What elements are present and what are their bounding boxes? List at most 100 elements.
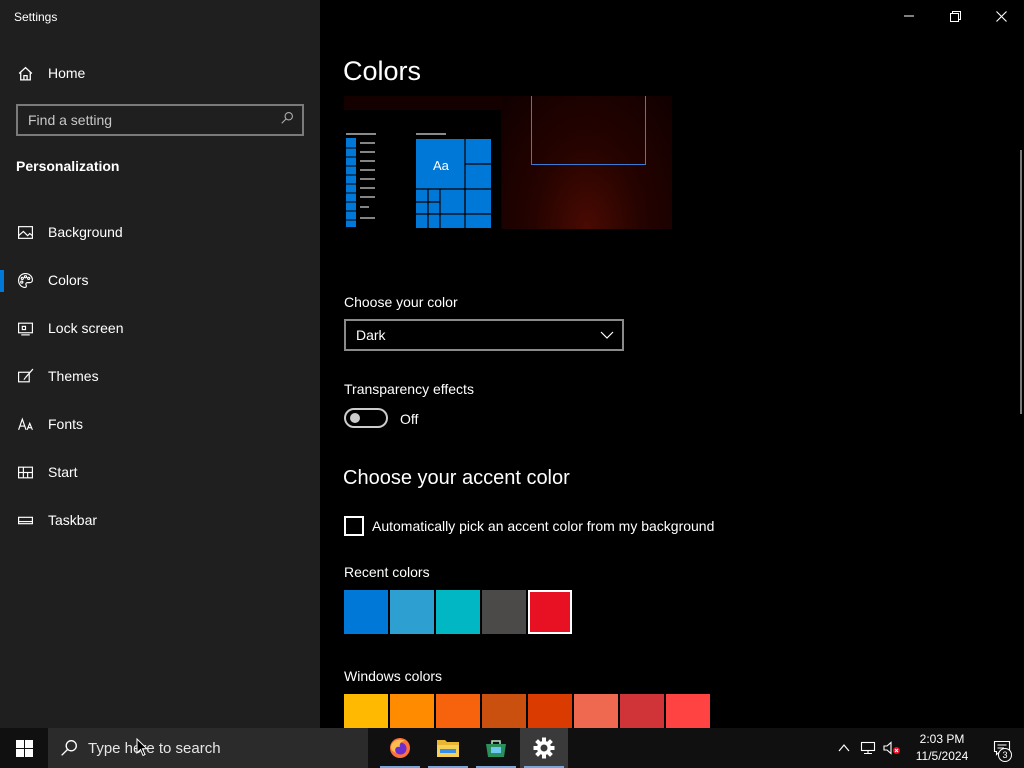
file-explorer-icon xyxy=(437,740,459,757)
windows-color-swatch[interactable] xyxy=(528,694,572,728)
sidebar-item-lock-screen[interactable]: Lock screen xyxy=(0,304,320,352)
sidebar-item-background[interactable]: Background xyxy=(0,208,320,256)
action-center-button[interactable]: 3 xyxy=(980,728,1024,768)
taskbar-clock[interactable]: 2:03 PM 11/5/2024 xyxy=(904,731,980,765)
windows-colors-label: Windows colors xyxy=(344,668,443,684)
page-title: Colors xyxy=(343,56,422,86)
start-button[interactable] xyxy=(0,728,48,768)
transparency-toggle[interactable] xyxy=(344,408,388,428)
windows-logo-icon xyxy=(15,739,33,757)
sidebar-item-label: Background xyxy=(48,224,123,240)
windows-color-swatch[interactable] xyxy=(666,694,710,728)
image-icon xyxy=(16,223,34,241)
restore-button[interactable] xyxy=(932,0,978,32)
chevron-up-icon xyxy=(838,744,850,752)
settings-search-box[interactable] xyxy=(16,104,304,136)
firefox-icon xyxy=(390,738,410,758)
windows-color-swatch[interactable] xyxy=(344,694,388,728)
recent-color-swatch[interactable] xyxy=(390,590,434,634)
recent-color-swatch[interactable] xyxy=(528,590,572,634)
font-icon xyxy=(16,415,34,433)
search-icon xyxy=(61,740,77,756)
volume-muted-icon xyxy=(883,741,900,755)
sidebar-home-label: Home xyxy=(48,65,86,81)
sidebar-item-fonts[interactable]: Fonts xyxy=(0,400,320,448)
taskbar-app-firefox[interactable] xyxy=(376,728,424,768)
clock-time: 2:03 PM xyxy=(919,732,965,746)
windows-color-swatch[interactable] xyxy=(390,694,434,728)
taskbar-search-box[interactable]: Type here to search xyxy=(48,728,368,768)
home-icon xyxy=(16,64,34,82)
settings-icon xyxy=(533,737,555,759)
toggle-knob xyxy=(350,413,360,423)
close-icon xyxy=(995,10,1007,22)
windows-color-swatch[interactable] xyxy=(482,694,526,728)
recent-colors-label: Recent colors xyxy=(344,564,430,580)
mouse-cursor-icon xyxy=(136,738,148,757)
restore-icon xyxy=(949,10,961,22)
system-tray: 2:03 PM 11/5/2024 3 xyxy=(832,728,1024,768)
windows-color-swatch[interactable] xyxy=(574,694,618,728)
preview-tile-text: Aa xyxy=(433,158,449,173)
start-icon xyxy=(16,463,34,481)
taskbar: Type here to search 2:03 PM 11/5/2024 3 xyxy=(0,728,1024,768)
show-hidden-icons-button[interactable] xyxy=(832,728,856,768)
taskbar-app-file-explorer[interactable] xyxy=(424,728,472,768)
recent-colors xyxy=(344,590,572,634)
taskbar-app-settings[interactable] xyxy=(520,728,568,768)
sidebar-item-label: Lock screen xyxy=(48,320,124,336)
windows-colors xyxy=(344,694,710,728)
lock-screen-icon xyxy=(16,319,34,337)
chevron-down-icon xyxy=(600,331,614,339)
taskbar-app-store[interactable] xyxy=(472,728,520,768)
choose-color-dropdown[interactable]: Dark xyxy=(344,319,624,351)
theme-preview: Aa xyxy=(344,96,672,229)
sidebar-nav: Background Colors Lock screen Themes Fon… xyxy=(0,208,320,544)
minimize-button[interactable] xyxy=(886,0,932,32)
sidebar-item-label: Themes xyxy=(48,368,99,384)
sidebar: Settings Home Personalization Background… xyxy=(0,0,320,728)
sidebar-item-start[interactable]: Start xyxy=(0,448,320,496)
sidebar-item-label: Taskbar xyxy=(48,512,98,528)
vertical-scrollbar[interactable] xyxy=(1020,150,1022,414)
network-button[interactable] xyxy=(856,728,880,768)
recent-color-swatch[interactable] xyxy=(344,590,388,634)
preview-start-menu: Aa xyxy=(344,110,501,229)
window-title: Settings xyxy=(14,10,58,24)
settings-search-input[interactable] xyxy=(28,112,280,128)
transparency-label: Transparency effects xyxy=(344,381,474,397)
sidebar-item-taskbar[interactable]: Taskbar xyxy=(0,496,320,544)
transparency-state: Off xyxy=(400,411,419,427)
windows-color-swatch[interactable] xyxy=(436,694,480,728)
brush-icon xyxy=(16,367,34,385)
search-icon[interactable] xyxy=(280,111,294,130)
sidebar-item-label: Colors xyxy=(48,272,89,288)
network-icon xyxy=(860,741,876,755)
close-button[interactable] xyxy=(978,0,1024,32)
clock-date: 11/5/2024 xyxy=(915,749,969,763)
taskbar-apps xyxy=(376,728,568,768)
window-controls xyxy=(886,0,1024,32)
sidebar-item-label: Fonts xyxy=(48,416,84,432)
minimize-icon xyxy=(904,15,914,17)
sidebar-item-home[interactable]: Home xyxy=(16,60,296,86)
store-icon xyxy=(486,740,506,757)
accent-heading: Choose your accent color xyxy=(343,467,570,489)
recent-color-swatch[interactable] xyxy=(436,590,480,634)
auto-accent-label: Automatically pick an accent color from … xyxy=(372,518,715,534)
auto-accent-checkbox[interactable] xyxy=(344,516,364,536)
palette-icon xyxy=(16,271,34,289)
sidebar-item-colors[interactable]: Colors xyxy=(0,256,320,304)
choose-color-value: Dark xyxy=(356,327,386,343)
choose-color-label: Choose your color xyxy=(344,294,458,310)
sidebar-item-label: Start xyxy=(48,464,78,480)
windows-color-swatch[interactable] xyxy=(620,694,664,728)
recent-color-swatch[interactable] xyxy=(482,590,526,634)
sidebar-item-themes[interactable]: Themes xyxy=(0,352,320,400)
preview-window xyxy=(531,96,646,165)
taskbar-search-placeholder: Type here to search xyxy=(88,739,221,757)
volume-button[interactable] xyxy=(880,728,904,768)
taskbar-icon xyxy=(16,511,34,529)
main-content: Colors Aa Choose your color Dark Transpa… xyxy=(320,0,1024,728)
notification-count-badge: 3 xyxy=(998,748,1012,762)
